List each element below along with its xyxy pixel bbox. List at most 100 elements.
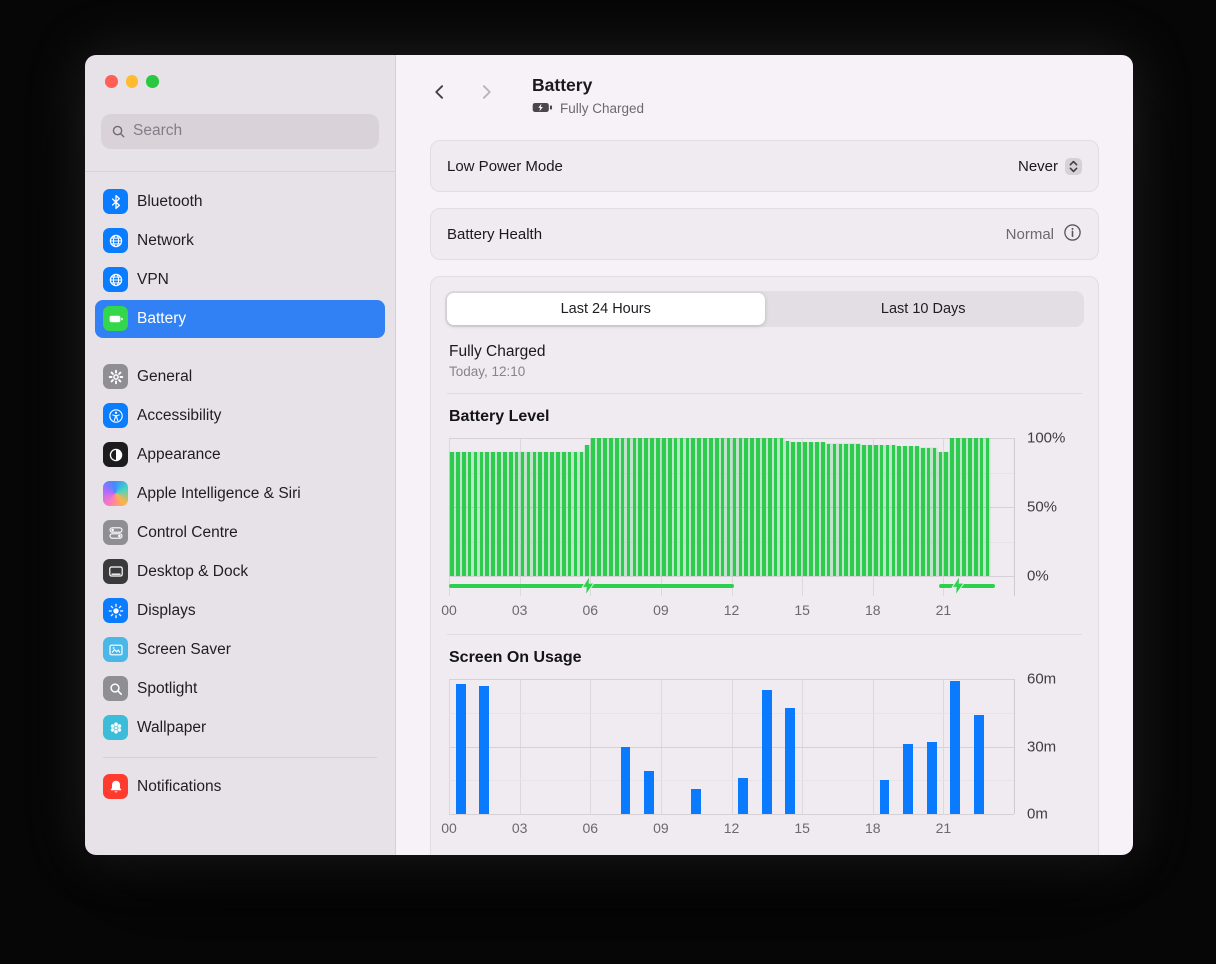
battery-pane: Battery Fully Charged Low Power Mode Nev…: [396, 55, 1133, 855]
vpn-icon: [103, 267, 128, 292]
sidebar-item-label: Apple Intelligence & Siri: [137, 485, 301, 503]
battery-level-bar: [791, 442, 795, 576]
sidebar-item-displays[interactable]: Displays: [95, 592, 385, 630]
last-charge-title: Fully Charged: [449, 343, 1080, 361]
sidebar-item-appearance[interactable]: Appearance: [95, 436, 385, 474]
battery-level-bar: [868, 445, 872, 576]
minimize-button[interactable]: [126, 75, 139, 88]
battery-level-bar: [750, 438, 754, 576]
battery-level-bar: [680, 438, 684, 576]
battery-level-bar: [638, 438, 642, 576]
y-tick-label: 50%: [1027, 499, 1057, 516]
battery-level-bar: [556, 452, 560, 576]
sidebar-item-apple-intelligence-siri[interactable]: Apple Intelligence & Siri: [95, 475, 385, 513]
sidebar-item-battery[interactable]: Battery: [95, 300, 385, 338]
tab-last-24-hours[interactable]: Last 24 Hours: [447, 293, 765, 325]
screen-on-usage-chart: Screen On Usage 0003060912151821 60m30m0…: [445, 649, 1084, 838]
search-input[interactable]: Search: [101, 114, 379, 149]
battery-health-value: Normal: [1006, 226, 1054, 243]
sidebar-item-label: Accessibility: [137, 407, 221, 425]
last-charge-block: Fully Charged Today, 12:10: [449, 343, 1080, 379]
screen-usage-bar: [479, 686, 489, 814]
settings-scroll-area: Low Power Mode Never Battery Health Norm…: [396, 116, 1133, 855]
battery-level-bar: [650, 438, 654, 576]
x-tick-label: 06: [582, 820, 598, 836]
sidebar-item-general[interactable]: General: [95, 358, 385, 396]
battery-level-bar: [633, 438, 637, 576]
sidebar-item-vpn[interactable]: VPN: [95, 261, 385, 299]
sidebar-item-accessibility[interactable]: Accessibility: [95, 397, 385, 435]
battery-level-bar: [809, 442, 813, 576]
sidebar-item-control-centre[interactable]: Control Centre: [95, 514, 385, 552]
battery-icon: [103, 306, 128, 331]
forward-button[interactable]: [476, 82, 496, 102]
y-tick-label: 0m: [1027, 806, 1048, 823]
battery-level-bar: [986, 438, 990, 576]
sidebar-item-spotlight[interactable]: Spotlight: [95, 670, 385, 708]
battery-level-bar: [933, 448, 937, 576]
battery-level-bar: [921, 448, 925, 576]
battery-level-bar: [509, 452, 513, 576]
x-tick-label: 00: [441, 602, 457, 618]
x-axis-labels: 0003060912151821: [449, 596, 1014, 620]
battery-level-plot: [449, 438, 1014, 576]
battery-level-bar: [474, 452, 478, 576]
search-icon: [111, 124, 126, 139]
battery-level-bar: [892, 445, 896, 576]
battery-level-bar: [744, 438, 748, 576]
appearance-icon: [103, 442, 128, 467]
low-power-mode-popup[interactable]: Never: [1018, 158, 1082, 175]
close-button[interactable]: [105, 75, 118, 88]
battery-level-bar: [615, 438, 619, 576]
battery-health-row: Battery Health Normal: [430, 208, 1099, 260]
sidebar-item-notifications[interactable]: Notifications: [95, 768, 385, 806]
screen-usage-bar: [950, 681, 960, 814]
battery-level-bar: [503, 452, 507, 576]
battery-level-bar: [515, 452, 519, 576]
battery-level-bar: [974, 438, 978, 576]
battery-level-bar: [544, 452, 548, 576]
battery-level-bar: [591, 438, 595, 576]
battery-level-bar: [956, 438, 960, 576]
zoom-button[interactable]: [146, 75, 159, 88]
sidebar-item-desktop-dock[interactable]: Desktop & Dock: [95, 553, 385, 591]
sidebar-item-label: Network: [137, 232, 194, 250]
sidebar-item-label: Screen Saver: [137, 641, 231, 659]
battery-level-bar: [521, 452, 525, 576]
battery-level-bar: [950, 438, 954, 576]
v-gridline: [1014, 438, 1015, 596]
sidebar-item-bluetooth[interactable]: Bluetooth: [95, 183, 385, 221]
battery-level-bar: [874, 445, 878, 576]
battery-level-bar: [644, 438, 648, 576]
battery-level-bar: [768, 438, 772, 576]
battery-level-bar: [886, 445, 890, 576]
sidebar-item-label: Displays: [137, 602, 196, 620]
battery-level-bar: [856, 444, 860, 576]
sidebar-item-label: Spotlight: [137, 680, 197, 698]
battery-level-bar: [827, 444, 831, 576]
x-tick-label: 21: [936, 820, 952, 836]
sidebar-item-screen-saver[interactable]: Screen Saver: [95, 631, 385, 669]
info-icon[interactable]: [1063, 223, 1082, 246]
sidebar-item-wallpaper[interactable]: Wallpaper: [95, 709, 385, 747]
battery-level-bar: [480, 452, 484, 576]
battery-level-bar: [803, 442, 807, 576]
charging-segment: [939, 584, 996, 588]
popup-chevrons-icon: [1065, 158, 1082, 175]
window-controls: [85, 55, 395, 88]
x-tick-label: 18: [865, 602, 881, 618]
displays-icon: [103, 598, 128, 623]
search-placeholder: Search: [133, 122, 182, 140]
sidebar-item-network[interactable]: Network: [95, 222, 385, 260]
back-button[interactable]: [430, 82, 450, 102]
battery-level-bar: [880, 445, 884, 576]
x-tick-label: 15: [794, 820, 810, 836]
x-tick-label: 21: [936, 602, 952, 618]
battery-level-bar: [697, 438, 701, 576]
battery-level-bar: [662, 438, 666, 576]
screen-usage-bar: [644, 771, 654, 814]
battery-level-bar: [715, 438, 719, 576]
tab-last-10-days[interactable]: Last 10 Days: [765, 293, 1083, 325]
battery-level-chart: Battery Level 0003060912151821 100%50%0%: [445, 408, 1084, 620]
battery-level-bar: [833, 444, 837, 576]
